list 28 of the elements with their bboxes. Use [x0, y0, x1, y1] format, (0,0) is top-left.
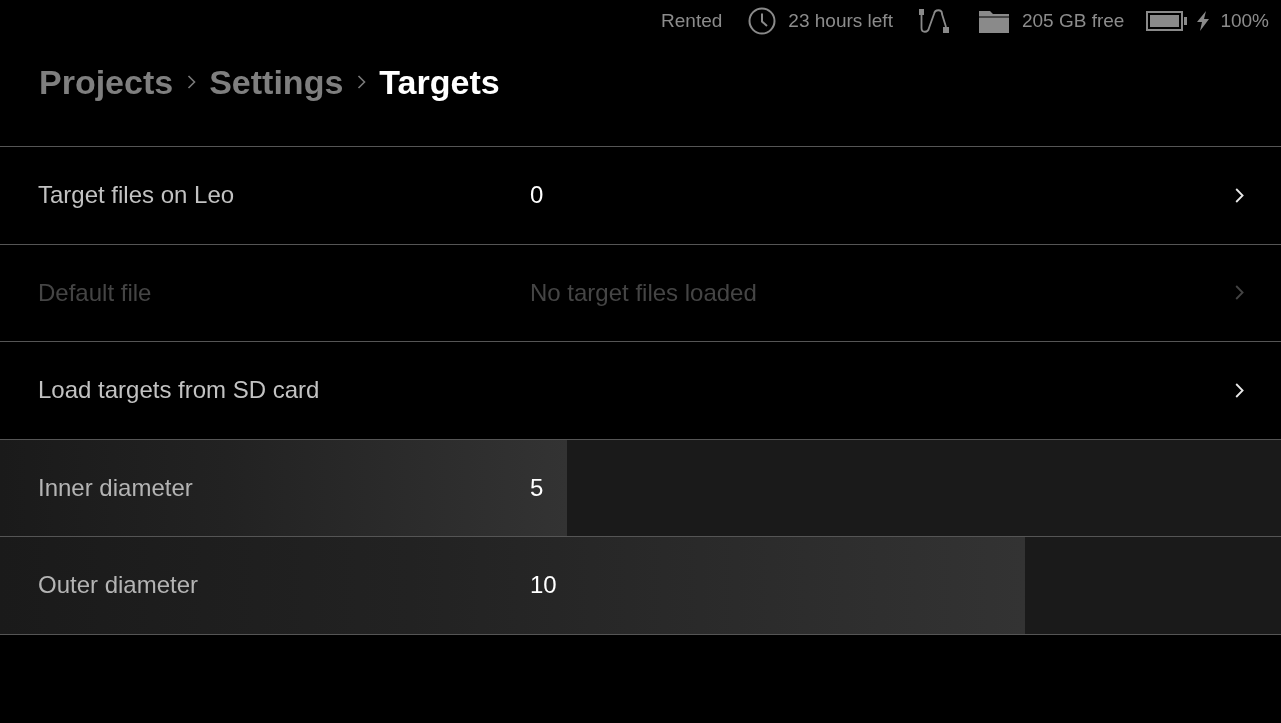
row-value: 0: [530, 181, 545, 210]
chevron-icon: [187, 75, 197, 89]
row-label: Default file: [38, 278, 153, 307]
settings-row[interactable]: Load targets from SD card: [0, 342, 1281, 440]
row-value: No target files loaded: [530, 278, 758, 307]
breadcrumb-link[interactable]: Projects: [39, 62, 174, 102]
slider-track[interactable]: Inner diameter 5: [0, 439, 1281, 537]
slider-label: Outer diameter: [38, 571, 200, 600]
row-label: Target files on Leo: [38, 181, 236, 210]
chevron-icon: [1235, 285, 1244, 301]
slider-value: 10: [530, 571, 558, 600]
breadcrumb-link[interactable]: Settings: [209, 62, 344, 102]
folder-icon: [978, 9, 1009, 33]
battery-percent: 100%: [1220, 10, 1269, 32]
battery-icon: [1146, 11, 1188, 31]
free-storage: 205 GB free: [1021, 10, 1125, 32]
chevron-icon: [1235, 187, 1244, 203]
current-page-title: Targets: [379, 62, 500, 102]
clock-icon: [748, 7, 777, 35]
chevron-icon: [1235, 382, 1244, 398]
row-label: Load targets from SD card: [38, 376, 321, 405]
slider-track[interactable]: Outer diameter 10: [0, 537, 1281, 635]
time-left: 23 hours left: [788, 10, 893, 32]
slider-value: 5: [530, 473, 545, 502]
chevron-icon: [357, 75, 367, 89]
rental-status: Rented: [661, 10, 723, 32]
slider-label: Inner diameter: [38, 473, 194, 502]
settings-row[interactable]: Target files on Leo 0: [0, 147, 1281, 245]
